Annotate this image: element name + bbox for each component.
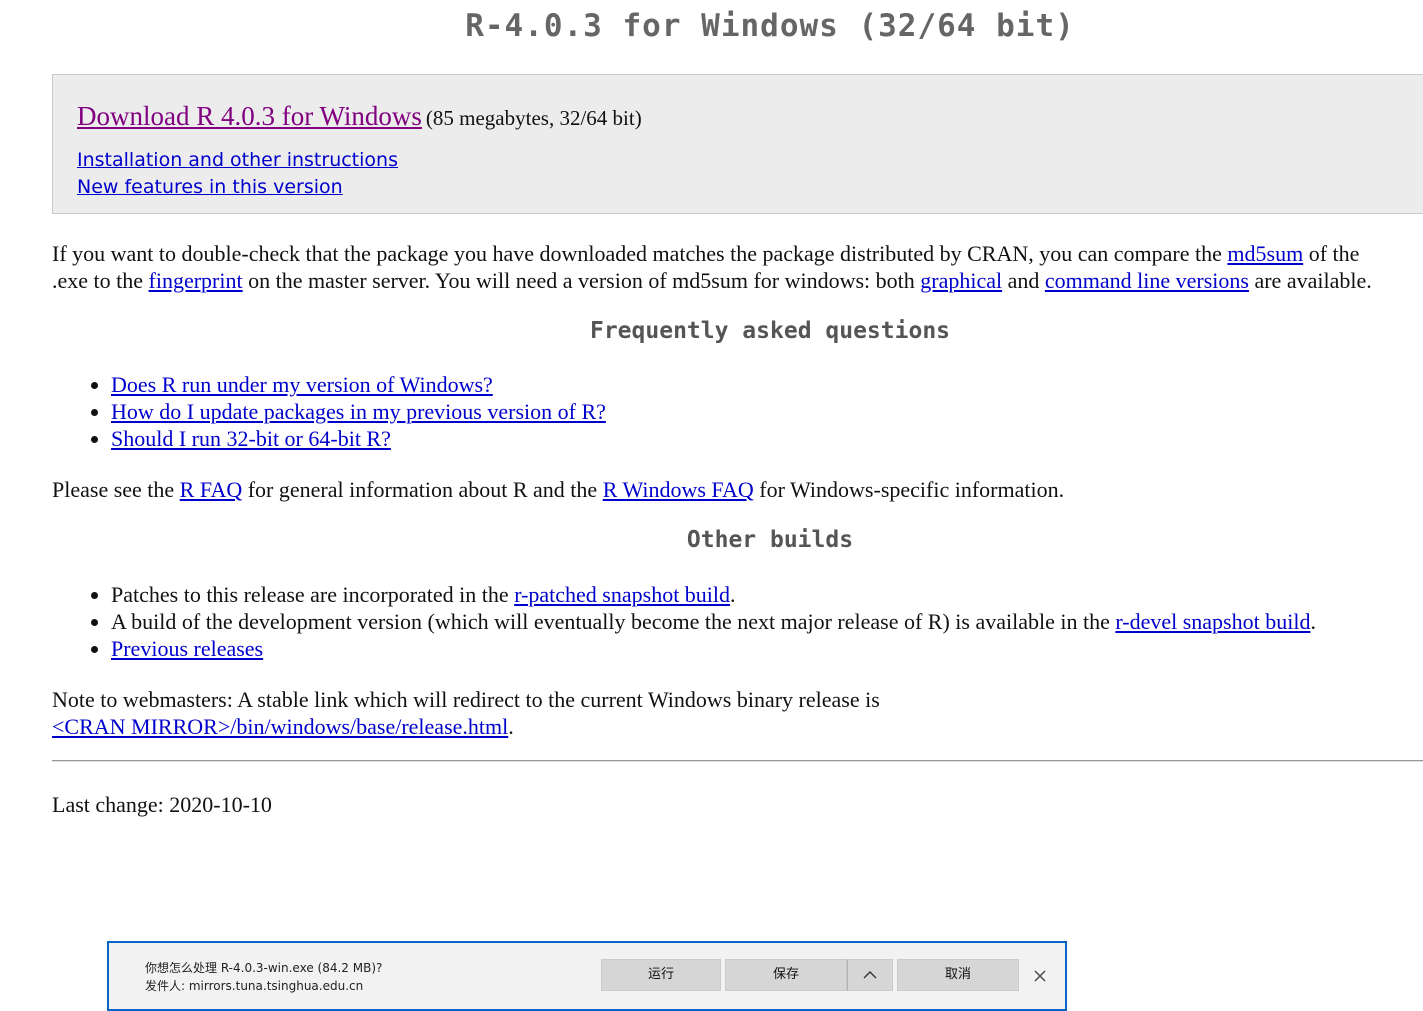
faq-32-or-64-bit-link[interactable]: Should I run 32-bit or 64-bit R? <box>111 426 391 451</box>
checksum-paragraph: If you want to double-check that the pac… <box>52 240 1372 294</box>
installation-instructions-link[interactable]: Installation and other instructions <box>77 149 398 171</box>
list-item: Patches to this release are incorporated… <box>111 581 1316 608</box>
md5sum-link[interactable]: md5sum <box>1227 241 1303 266</box>
graphical-link[interactable]: graphical <box>920 268 1002 293</box>
release-link[interactable]: <CRAN MIRROR>/bin/windows/base/release.h… <box>52 714 508 739</box>
run-button[interactable]: 运行 <box>601 959 721 991</box>
page-title: R-4.0.3 for Windows (32/64 bit) <box>465 8 1075 44</box>
list-item: Does R run under my version of Windows? <box>111 371 606 398</box>
r-patched-link[interactable]: r-patched snapshot build <box>514 582 730 607</box>
download-size-info: (85 megabytes, 32/64 bit) <box>425 106 642 130</box>
faq-update-packages-link[interactable]: How do I update packages in my previous … <box>111 399 606 424</box>
webmaster-note: Note to webmasters: A stable link which … <box>52 686 880 740</box>
new-features-link[interactable]: New features in this version <box>77 176 343 198</box>
list-item: Previous releases <box>111 635 1316 662</box>
download-prompt-text: 你想怎么处理 R-4.0.3-win.exe (84.2 MB)? 发件人: m… <box>145 959 382 995</box>
download-publisher: 发件人: mirrors.tuna.tsinghua.edu.cn <box>145 979 364 993</box>
save-options-button[interactable] <box>847 959 893 991</box>
list-item: How do I update packages in my previous … <box>111 398 606 425</box>
r-windows-faq-link[interactable]: R Windows FAQ <box>603 477 754 502</box>
r-devel-link[interactable]: r-devel snapshot build <box>1115 609 1310 634</box>
other-builds-heading: Other builds <box>686 527 854 553</box>
download-question: 你想怎么处理 R-4.0.3-win.exe (84.2 MB)? <box>145 961 383 975</box>
close-icon[interactable] <box>1027 963 1053 989</box>
faq-heading: Frequently asked questions <box>589 318 951 344</box>
command-line-versions-link[interactable]: command line versions <box>1045 268 1249 293</box>
download-notification-bar: 你想怎么处理 R-4.0.3-win.exe (84.2 MB)? 发件人: m… <box>107 941 1067 1011</box>
webmaster-note-text: Note to webmasters: A stable link which … <box>52 687 880 712</box>
divider <box>52 760 1423 762</box>
faq-paragraph: Please see the R FAQ for general informa… <box>52 477 1065 502</box>
save-button[interactable]: 保存 <box>725 959 847 991</box>
faq-windows-version-link[interactable]: Does R run under my version of Windows? <box>111 372 493 397</box>
chevron-up-icon <box>863 967 877 982</box>
download-line: Download R 4.0.3 for Windows (85 megabyt… <box>77 101 642 132</box>
other-builds-list: Patches to this release are incorporated… <box>90 581 1316 662</box>
checksum-line-2: .exe to the fingerprint on the master se… <box>52 268 1372 293</box>
webmaster-note-link-line: <CRAN MIRROR>/bin/windows/base/release.h… <box>52 714 514 739</box>
faq-list: Does R run under my version of Windows? … <box>90 371 606 452</box>
fingerprint-link[interactable]: fingerprint <box>149 268 243 293</box>
checksum-line-1: If you want to double-check that the pac… <box>52 241 1360 266</box>
list-item: Should I run 32-bit or 64-bit R? <box>111 425 606 452</box>
list-item: A build of the development version (whic… <box>111 608 1316 635</box>
r-faq-link[interactable]: R FAQ <box>180 477 243 502</box>
download-box: Download R 4.0.3 for Windows (85 megabyt… <box>52 74 1423 214</box>
last-change: Last change: 2020-10-10 <box>52 792 272 817</box>
previous-releases-link[interactable]: Previous releases <box>111 636 263 661</box>
download-r-link[interactable]: Download R 4.0.3 for Windows <box>77 101 422 131</box>
cancel-button[interactable]: 取消 <box>897 959 1019 991</box>
